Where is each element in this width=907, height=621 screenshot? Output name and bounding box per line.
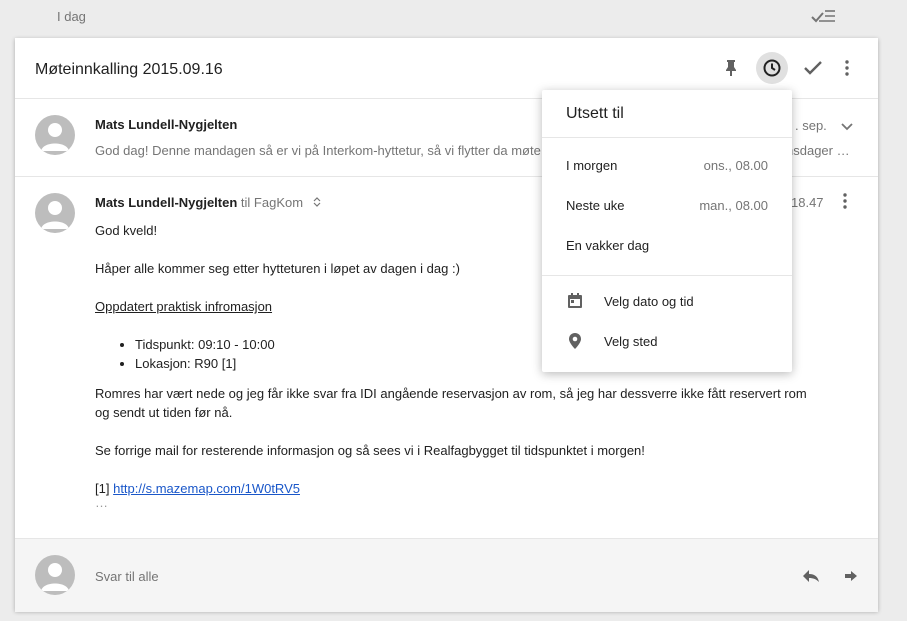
snooze-button[interactable] xyxy=(756,52,788,84)
checkmark-icon xyxy=(804,61,822,75)
mark-all-done-icon[interactable] xyxy=(810,6,838,28)
more-options-button[interactable] xyxy=(831,52,863,84)
snooze-option-someday[interactable]: En vakker dag xyxy=(542,226,792,266)
option-time: man., 08.00 xyxy=(699,198,768,213)
pin-button[interactable] xyxy=(715,52,747,84)
avatar xyxy=(35,555,75,595)
recipient-text: til FagKom xyxy=(240,195,304,210)
snooze-menu-title: Utsett til xyxy=(566,105,624,122)
message-more-button[interactable] xyxy=(829,185,861,217)
person-icon xyxy=(41,123,69,151)
message-time: 18.47 xyxy=(791,195,824,210)
sender-line: Mats Lundell-Nygjelten til FagKom xyxy=(95,195,321,211)
person-icon xyxy=(41,201,69,229)
location-pin-icon xyxy=(565,331,585,351)
avatar xyxy=(35,193,75,233)
option-label: I morgen xyxy=(566,158,618,173)
option-label: Neste uke xyxy=(566,198,625,213)
sender-name: Mats Lundell-Nygjelten xyxy=(95,117,238,132)
day-label: I dag xyxy=(57,9,86,24)
reply-icon xyxy=(803,570,819,582)
day-header: I dag xyxy=(0,0,907,36)
snooze-pick-place[interactable]: Velg sted xyxy=(542,323,792,363)
show-trimmed-content[interactable]: … xyxy=(95,496,815,509)
more-vert-icon xyxy=(845,60,849,76)
pin-icon xyxy=(726,60,736,76)
calendar-icon xyxy=(565,291,585,311)
reference-prefix: [1] xyxy=(95,481,110,496)
expand-chevron-icon[interactable] xyxy=(841,119,853,137)
snippet-text: God dag! Denne mandagen så er vi på Inte… xyxy=(95,143,541,158)
clock-icon xyxy=(763,59,781,77)
option-time: ons., 08.00 xyxy=(703,158,768,173)
body-paragraph: Se forrige mail for resterende informasj… xyxy=(95,443,645,458)
forward-button[interactable] xyxy=(835,560,867,592)
snippet-tail: nsdager … xyxy=(786,143,850,158)
sender-name: Mats Lundell-Nygjelten xyxy=(95,195,238,210)
divider xyxy=(542,137,792,138)
snooze-option-next-week[interactable]: Neste uke man., 08.00 xyxy=(542,186,792,226)
more-vert-icon xyxy=(843,193,847,209)
divider xyxy=(542,275,792,276)
reply-all-input[interactable]: Svar til alle xyxy=(95,569,159,584)
person-icon xyxy=(41,563,69,591)
reference-line: [1] http://s.mazemap.com/1W0tRV5 xyxy=(95,479,815,498)
recipient-expand-icon[interactable] xyxy=(313,196,321,211)
body-paragraph: Romres har vært nede og jeg får ikke sva… xyxy=(95,386,807,420)
forward-arrow-icon xyxy=(845,571,857,581)
snooze-menu: Utsett til I morgen ons., 08.00 Neste uk… xyxy=(542,90,792,372)
option-label: Velg dato og tid xyxy=(604,294,694,309)
mazemap-link[interactable]: http://s.mazemap.com/1W0tRV5 xyxy=(113,481,300,496)
avatar xyxy=(35,115,75,155)
thread-subject: Møteinnkalling 2015.09.16 xyxy=(35,61,223,78)
snooze-pick-date-time[interactable]: Velg dato og tid xyxy=(542,283,792,323)
mark-done-button[interactable] xyxy=(797,52,829,84)
option-label: Velg sted xyxy=(604,334,658,349)
option-label: En vakker dag xyxy=(566,238,650,253)
message-date: . sep. xyxy=(795,118,827,133)
reply-bar: Svar til alle xyxy=(15,538,878,612)
reply-button[interactable] xyxy=(795,560,827,592)
snooze-option-tomorrow[interactable]: I morgen ons., 08.00 xyxy=(542,146,792,186)
